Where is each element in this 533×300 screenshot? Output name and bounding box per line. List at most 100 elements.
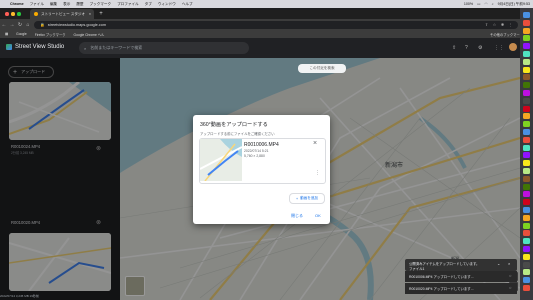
settings-icon[interactable]: ⚙ bbox=[478, 45, 482, 51]
app-title: Street View Studio bbox=[15, 44, 65, 50]
file-thumbnail-map bbox=[199, 139, 242, 181]
dock-app-icon[interactable] bbox=[522, 144, 530, 151]
dock-app-icon[interactable] bbox=[522, 238, 530, 245]
forward-icon[interactable]: → bbox=[8, 22, 16, 28]
dock-app-icon[interactable] bbox=[522, 74, 530, 81]
dock-app-icon[interactable] bbox=[522, 105, 530, 112]
search-input[interactable]: ⌕ 名前またはキーワードで検索 bbox=[79, 42, 249, 54]
browser-tab[interactable]: ストリートビュー スタジオ × bbox=[30, 9, 94, 19]
dock-app-icon[interactable] bbox=[522, 277, 530, 284]
remove-file-icon[interactable]: × bbox=[313, 140, 317, 147]
menu-history[interactable]: 履歴 bbox=[76, 2, 83, 7]
dock-app-icon[interactable] bbox=[522, 35, 530, 42]
menu-profiles[interactable]: プロファイル bbox=[117, 2, 139, 7]
dock-app-icon[interactable] bbox=[522, 230, 530, 237]
apps-grid-icon[interactable]: ⋮⋮ bbox=[494, 45, 504, 51]
tab-title: ストリートビュー スタジオ bbox=[41, 11, 86, 16]
address-bar[interactable]: 🔒 streetviewstudio.maps.google.com ⇪ ☆ ✱… bbox=[34, 20, 518, 29]
dock-app-icon[interactable] bbox=[522, 191, 530, 198]
satellite-layer-toggle[interactable] bbox=[125, 276, 145, 296]
bookmark-google[interactable]: Google bbox=[16, 32, 27, 36]
extensions-icon[interactable]: ✱ bbox=[501, 22, 504, 27]
menu-bookmarks[interactable]: ブックマーク bbox=[90, 2, 112, 7]
dock-app-icon[interactable] bbox=[522, 12, 530, 18]
search-this-area-button[interactable]: この付近を検索 bbox=[298, 64, 346, 73]
chrome-menu-icon[interactable]: ⋮ bbox=[508, 22, 512, 27]
tab-close-icon[interactable]: × bbox=[89, 12, 91, 16]
add-video-button[interactable]: + 動画を追加 bbox=[289, 193, 325, 204]
dock-app-icon[interactable] bbox=[522, 183, 530, 190]
bookmark-firefox[interactable]: Firefox ブックマーク bbox=[35, 32, 66, 37]
dock-app-icon[interactable] bbox=[522, 168, 530, 174]
mac-menu-bar: Chrome ファイル 編集 表示 履歴 ブックマーク プロファイル タブ ウィ… bbox=[0, 0, 533, 8]
file-name: R0010006.MP4 bbox=[244, 142, 279, 148]
menu-app-name[interactable]: Chrome bbox=[10, 2, 24, 6]
window-zoom-icon[interactable] bbox=[17, 12, 21, 16]
toast-close-icon[interactable]: × bbox=[508, 261, 510, 266]
file-more-icon[interactable]: ⋮ bbox=[315, 170, 320, 176]
dock-app-icon[interactable] bbox=[522, 269, 530, 276]
dock-app-icon[interactable] bbox=[522, 58, 530, 65]
dialog-ok-button[interactable]: OK bbox=[315, 213, 321, 218]
dock-app-icon[interactable] bbox=[522, 51, 530, 57]
avatar[interactable] bbox=[509, 43, 517, 51]
dialog-title: 360°動画をアップロードする bbox=[200, 122, 268, 128]
upload-progress-toast: 公開済みアイテムをアップロードしています。 ファイル1 ⌄ × bbox=[405, 259, 517, 271]
apps-icon[interactable]: ▦ bbox=[5, 32, 8, 36]
dock-app-icon[interactable] bbox=[522, 136, 530, 143]
search-icon[interactable]: ⌕ bbox=[492, 2, 494, 6]
tab-favicon-icon bbox=[34, 12, 38, 16]
dock-app-icon[interactable] bbox=[522, 207, 530, 213]
dock-app-icon[interactable] bbox=[522, 97, 530, 104]
menu-edit[interactable]: 編集 bbox=[50, 2, 57, 7]
dock-app-icon[interactable] bbox=[522, 90, 530, 96]
app-header bbox=[0, 38, 520, 58]
app-logo[interactable]: Street View Studio bbox=[6, 44, 64, 50]
dock-app-icon[interactable] bbox=[522, 214, 530, 221]
dialog-close-button[interactable]: 閉じる bbox=[291, 213, 303, 219]
help-icon[interactable]: ? bbox=[465, 45, 468, 51]
dock-app-icon[interactable] bbox=[522, 113, 530, 120]
upload-cloud-icon[interactable]: ⇧ bbox=[452, 45, 456, 51]
battery-icon[interactable]: ▭ bbox=[477, 2, 480, 6]
dock-app-icon[interactable] bbox=[522, 19, 530, 26]
dock-app-icon[interactable] bbox=[522, 121, 530, 128]
dock-app-icon[interactable] bbox=[522, 222, 530, 229]
upload-spinner-icon: ◌ bbox=[509, 285, 512, 290]
reload-icon[interactable]: ↻ bbox=[16, 22, 24, 28]
menu-window[interactable]: ウィンドウ bbox=[158, 2, 176, 7]
menu-view[interactable]: 表示 bbox=[63, 2, 70, 7]
window-minimize-icon[interactable] bbox=[11, 12, 15, 16]
dock-app-icon[interactable] bbox=[522, 27, 530, 34]
dock-app-icon[interactable] bbox=[522, 160, 530, 167]
other-bookmarks[interactable]: その他のブックマーク bbox=[490, 32, 523, 37]
bookmark-star-icon[interactable]: ☆ bbox=[493, 22, 496, 27]
dock-app-icon[interactable] bbox=[522, 82, 530, 89]
dock-app-icon[interactable] bbox=[522, 175, 530, 182]
wifi-icon[interactable]: ◠ bbox=[484, 2, 487, 6]
search-placeholder: 名前またはキーワードで検索 bbox=[90, 45, 143, 50]
new-tab-icon[interactable]: + bbox=[97, 9, 105, 19]
clock[interactable]: 9月4日(日) 午前9:53 bbox=[498, 2, 530, 7]
address-url: streetviewstudio.maps.google.com bbox=[47, 22, 106, 27]
dock-app-icon[interactable] bbox=[522, 246, 530, 252]
dock-app-icon[interactable] bbox=[522, 261, 530, 268]
dock-app-icon[interactable] bbox=[522, 253, 530, 260]
dock-app-icon[interactable] bbox=[522, 66, 530, 73]
dock-app-icon[interactable] bbox=[522, 285, 530, 291]
dock-app-icon[interactable] bbox=[522, 129, 530, 135]
upload-spinner-icon: ◌ bbox=[509, 273, 512, 278]
menu-help[interactable]: ヘルプ bbox=[182, 2, 193, 7]
dock-app-icon[interactable] bbox=[522, 43, 530, 50]
modal-scrim-left[interactable] bbox=[0, 58, 120, 300]
bookmark-chrome-help[interactable]: Google Chrome ヘル bbox=[74, 32, 105, 37]
menu-tab[interactable]: タブ bbox=[145, 2, 152, 7]
back-icon[interactable]: ← bbox=[0, 22, 8, 28]
menu-file[interactable]: ファイル bbox=[30, 2, 44, 7]
dock-app-icon[interactable] bbox=[522, 199, 530, 206]
window-close-icon[interactable] bbox=[5, 12, 9, 16]
home-icon[interactable]: ⌂ bbox=[24, 22, 32, 28]
share-icon[interactable]: ⇪ bbox=[485, 22, 488, 27]
dock-app-icon[interactable] bbox=[522, 152, 530, 159]
toast-collapse-icon[interactable]: ⌄ bbox=[497, 261, 500, 266]
